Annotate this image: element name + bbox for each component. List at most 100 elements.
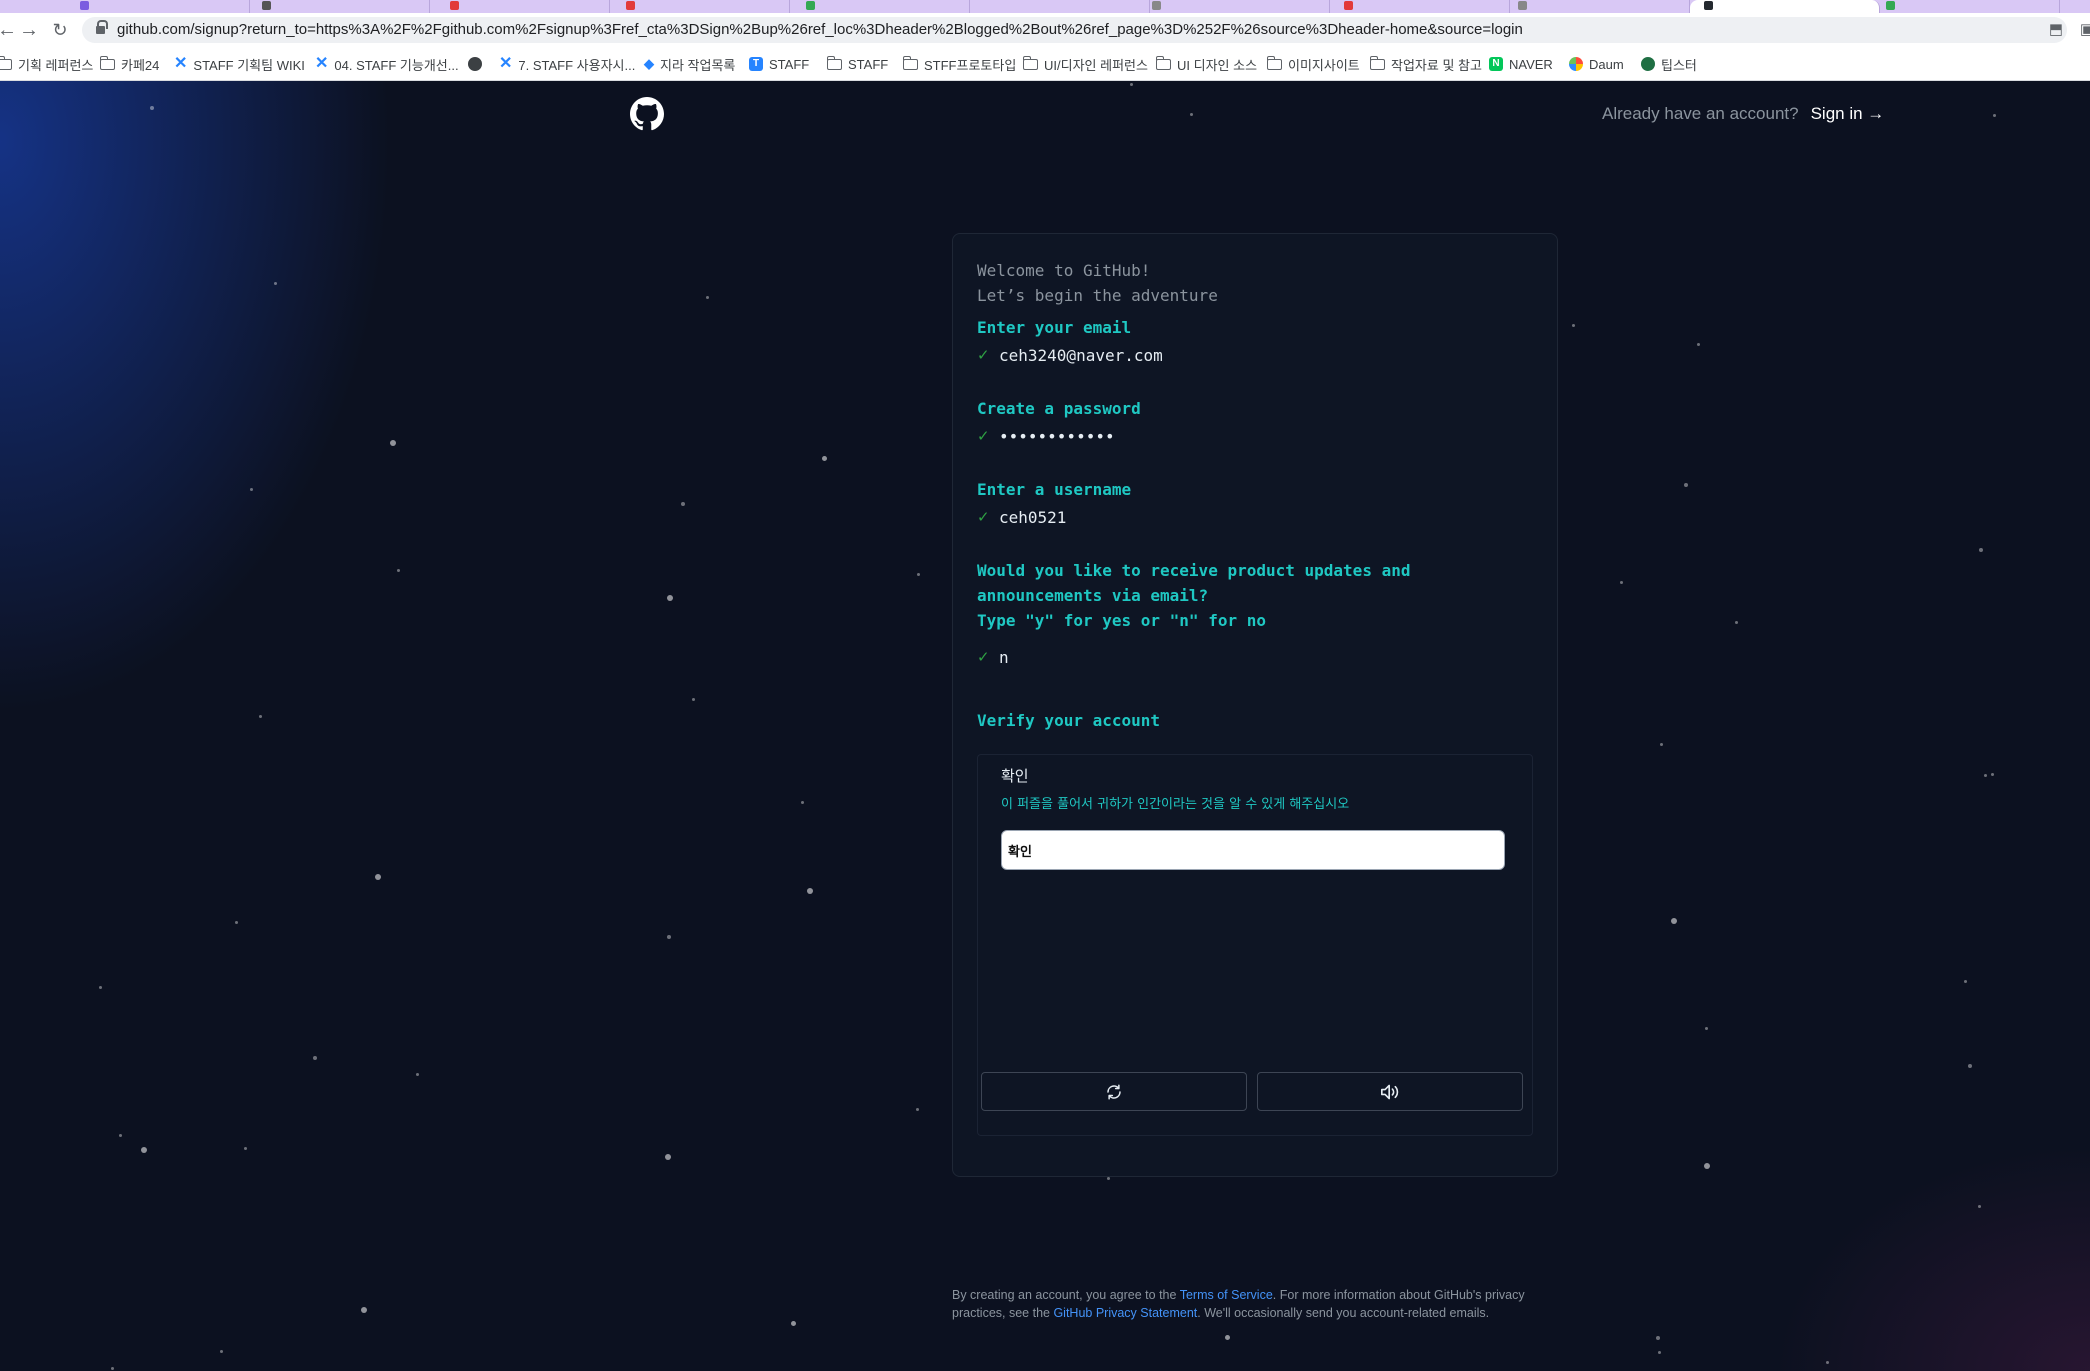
star-dot [1978, 1205, 1981, 1208]
star-dot [917, 573, 920, 576]
bookmark-item[interactable]: UI 디자인 소스 [1155, 47, 1258, 81]
bookmarks-bar: 기획 레퍼런스 카페24 ✕ STAFF 기획팀 WIKI ✕ 04. STAFF … [0, 47, 2090, 81]
reload-icon[interactable]: ↻ [47, 17, 73, 43]
star-dot [1968, 1064, 1972, 1068]
star-dot [801, 801, 804, 804]
star-dot [1979, 548, 1983, 552]
star-dot [150, 106, 154, 110]
jira-icon: ◆ [644, 56, 654, 71]
browser-tab[interactable] [1150, 0, 1330, 13]
star-dot [807, 888, 813, 894]
privacy-statement-link[interactable]: GitHub Privacy Statement [1053, 1306, 1197, 1320]
bookmark-item[interactable]: ◆ 지라 작업목록 [644, 47, 735, 81]
tab-favicon-icon [80, 1, 89, 10]
star-dot [361, 1307, 367, 1313]
star-dot [1704, 1163, 1710, 1169]
browser-tab-active[interactable] [1690, 0, 1880, 13]
terms-text: By creating an account, you agree to the… [952, 1286, 1552, 1322]
username-value[interactable]: ceh0521 [999, 508, 1066, 527]
captcha-instruction: 이 퍼즐을 풀어서 귀하가 인간이라는 것을 알 수 있게 해주십시오 [1001, 797, 1350, 812]
daum-icon [1569, 57, 1583, 71]
bookmark-item[interactable]: T STAFF [749, 47, 809, 81]
signup-card: Welcome to GitHub! Let’s begin the adven… [952, 233, 1558, 1177]
updates-field[interactable]: ✓ n [977, 646, 1009, 668]
email-field[interactable]: ✓ ceh3240@naver.com [977, 344, 1163, 366]
browser-tab[interactable] [250, 0, 430, 13]
bookmark-item[interactable]: ✕ STAFF 기획팀 WIKI [174, 47, 305, 81]
folder-icon [902, 55, 918, 70]
bookmark-label: 팁스터 [1661, 57, 1697, 73]
bookmark-item[interactable]: N NAVER [1489, 47, 1553, 81]
updates-value[interactable]: n [999, 648, 1009, 667]
tab-favicon-icon [450, 1, 459, 10]
browser-tab[interactable] [0, 0, 250, 13]
folder-icon [0, 55, 12, 70]
star-dot [665, 1154, 671, 1160]
email-label: Enter your email [977, 318, 1132, 337]
browser-tab[interactable] [1330, 0, 1510, 13]
star-dot [1735, 621, 1738, 624]
star-dot [1993, 114, 1996, 117]
bookmark-item[interactable]: ✕ 7. STAFF 사용자시... [499, 47, 635, 81]
browser-tab[interactable] [1510, 0, 1690, 13]
bookmark-item[interactable] [468, 47, 488, 81]
bookmark-item[interactable]: STFF프로토타입 [902, 47, 1016, 81]
welcome-title: Welcome to GitHub! [977, 261, 1151, 280]
bookmark-item[interactable]: 이미지사이트 [1266, 47, 1360, 81]
browser-tab-strip [0, 0, 2090, 13]
star-dot [141, 1147, 147, 1153]
bookmark-item[interactable]: 기획 레퍼런스 [0, 47, 93, 81]
browser-tab[interactable] [790, 0, 970, 13]
password-value[interactable]: •••••••••••• [999, 427, 1115, 446]
star-dot [1671, 918, 1677, 924]
bookmark-item[interactable]: 팁스터 [1641, 47, 1697, 81]
terms-of-service-link[interactable]: Terms of Service [1180, 1288, 1273, 1302]
password-label: Create a password [977, 399, 1141, 418]
signin-link[interactable]: Sign in → [1811, 104, 1885, 124]
browser-tab[interactable] [1880, 0, 2060, 13]
account-question: Already have an account? [1602, 104, 1799, 123]
star-dot [667, 935, 671, 939]
bookmark-label: NAVER [1509, 56, 1553, 72]
tab-favicon-icon [806, 1, 815, 10]
url-text[interactable]: github.com/signup?return_to=https%3A%2F%… [117, 17, 1523, 43]
audio-icon [1381, 1084, 1399, 1099]
star-dot [99, 986, 102, 989]
bookmark-item[interactable]: Daum [1569, 47, 1624, 81]
star-dot [1130, 83, 1133, 86]
captcha-verify-button[interactable]: 확인 [1001, 830, 1505, 870]
audio-button[interactable] [1257, 1072, 1523, 1111]
star-dot [274, 282, 277, 285]
star-dot [681, 502, 685, 506]
bookmark-label: Daum [1589, 56, 1624, 72]
password-field[interactable]: ✓ •••••••••••• [977, 425, 1115, 447]
install-app-icon[interactable]: ⬒ [2047, 21, 2065, 39]
star-dot [390, 440, 396, 446]
bookmark-item[interactable]: STAFF [826, 47, 888, 81]
star-dot [1656, 1336, 1660, 1340]
email-value[interactable]: ceh3240@naver.com [999, 346, 1163, 365]
bookmark-item[interactable]: UI/디자인 레퍼런스 [1022, 47, 1148, 81]
folder-icon [1266, 55, 1282, 70]
github-logo-icon[interactable] [630, 97, 664, 131]
bookmark-label: UI 디자인 소스 [1177, 57, 1258, 73]
folder-icon [1155, 55, 1171, 70]
browser-tab[interactable] [430, 0, 610, 13]
bookmark-item[interactable]: ✕ 04. STAFF 기능개선... [315, 47, 459, 81]
tab-favicon-icon [262, 1, 271, 10]
bookmark-item[interactable]: 카페24 [99, 47, 159, 81]
confluence-icon: ✕ [315, 55, 329, 72]
updates-question-line: Type "y" for yes or "n" for no [977, 611, 1266, 630]
captcha-box: 확인 이 퍼즐을 풀어서 귀하가 인간이라는 것을 알 수 있게 해주십시오 확… [977, 754, 1533, 1136]
address-bar[interactable]: github.com/signup?return_to=https%3A%2F%… [82, 17, 2067, 43]
browser-tab[interactable] [970, 0, 1150, 13]
star-dot [791, 1321, 796, 1326]
refresh-button[interactable] [981, 1072, 1247, 1111]
bookmark-label: STAFF [769, 56, 810, 72]
terms-text-part: . We'll occasionally send you account-re… [1197, 1306, 1490, 1320]
browser-tab[interactable] [610, 0, 790, 13]
bookmark-item[interactable]: 작업자료 및 참고 [1369, 47, 1482, 81]
forward-arrow-icon[interactable]: → [16, 17, 42, 43]
extension-icon[interactable]: ▣ [2078, 21, 2090, 39]
username-field[interactable]: ✓ ceh0521 [977, 506, 1066, 528]
